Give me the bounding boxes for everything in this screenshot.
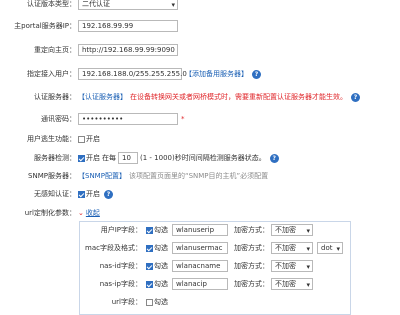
access-user-input[interactable]: 192.168.188.0/255.255.255.0 <box>78 68 187 80</box>
server-check-suffix: (1 - 1000)秒时间间隔检测服务器状态。 <box>140 154 266 162</box>
auth-server-note: 在设备转换网关或者网桥模式时，需要重新配置认证服务器才能生效。 <box>130 93 347 101</box>
param-checkbox[interactable] <box>146 280 153 288</box>
user-escape-row: 用户逃生功能： 开启 <box>0 132 400 146</box>
chevron-down-icon: ▾ <box>306 245 310 253</box>
password-label: 通讯密码： <box>41 115 76 123</box>
param-enc-label: 加密方式： <box>234 280 269 288</box>
collapse-link[interactable]: 收起 <box>86 208 100 218</box>
add-backup-server-link[interactable]: 【添加备用服务器】 <box>185 69 248 79</box>
snmp-row: SNMP服务器： 【SNMP配置】 该项配置页面里的“SNMP目的主机”必须配置 <box>0 169 400 183</box>
param-checkbox-label: 勾选 <box>154 226 168 234</box>
auth-server-link[interactable]: 【认证服务器】 <box>78 92 127 102</box>
redirect-row: 重定向主页： http://192.168.99.99:9090 <box>0 43 400 57</box>
server-check-row: 服务器检测： 开启 在每 10 (1 - 1000)秒时间间隔检测服务器状态。 … <box>0 151 400 165</box>
param-enc-select[interactable]: 不加密 ▾ <box>271 224 313 236</box>
user-escape-checkbox-label: 开启 <box>86 135 100 143</box>
portal-ip-input[interactable]: 192.168.99.99 <box>78 20 178 32</box>
param-field-input[interactable]: wlanuserip <box>172 224 228 236</box>
server-check-checkbox-label: 开启 <box>86 154 100 162</box>
server-check-checkbox[interactable] <box>78 154 85 162</box>
password-input[interactable]: •••••••••• <box>78 113 178 125</box>
param-enc-select[interactable]: 不加密 ▾ <box>271 260 313 272</box>
auth-type-label: 认证版本类型： <box>27 0 76 8</box>
url-custom-label: url定制化参数： <box>24 209 76 217</box>
no-auth-checkbox-label: 开启 <box>86 190 100 198</box>
collapse-chevron-icon[interactable]: ⌄ <box>78 209 84 217</box>
question-circle-icon[interactable]: ? <box>104 189 113 199</box>
auth-server-row: 认证服务器： 【认证服务器】 在设备转换网关或者网桥模式时，需要重新配置认证服务… <box>0 90 400 104</box>
param-field-input[interactable]: wlanusermac <box>172 242 228 254</box>
question-circle-icon[interactable]: ? <box>269 153 279 163</box>
server-check-interval-input[interactable]: 10 <box>118 152 138 164</box>
auth-server-label: 认证服务器： <box>34 93 76 101</box>
chevron-down-icon: ▾ <box>306 263 310 271</box>
param-row: nas-id字段： 勾选 wlanacname 加密方式： 不加密 ▾ <box>80 259 350 273</box>
param-enc-label: 加密方式： <box>234 262 269 270</box>
param-field-input[interactable]: wlanacip <box>172 278 228 290</box>
param-enc-select[interactable]: 不加密 ▾ <box>271 278 313 290</box>
param-label: nas-id字段： <box>99 262 142 270</box>
param-checkbox[interactable] <box>146 244 153 252</box>
param-checkbox-label: 勾选 <box>154 244 168 252</box>
param-row: nas-ip字段： 勾选 wlanacip 加密方式： 不加密 ▾ <box>80 277 350 291</box>
auth-type-row: 认证版本类型： 二代认证 ▾ <box>0 0 400 11</box>
param-field-input[interactable]: wlanacname <box>172 260 228 272</box>
param-checkbox-label: 勾选 <box>154 262 168 270</box>
redirect-input[interactable]: http://192.168.99.99:9090 <box>78 44 178 56</box>
param-enc-label: 加密方式： <box>234 226 269 234</box>
portal-ip-label: 主portal服务器IP： <box>14 22 76 30</box>
param-row: url字段： 勾选 <box>80 295 350 309</box>
user-escape-label: 用户逃生功能： <box>27 135 76 143</box>
no-auth-row: 无感知认证： 开启 ? <box>0 187 400 201</box>
param-checkbox-label: 勾选 <box>154 280 168 288</box>
param-label: url字段： <box>111 298 142 306</box>
chevron-down-icon: ▾ <box>306 227 310 235</box>
param-checkbox-label: 勾选 <box>154 298 168 306</box>
snmp-label: SNMP服务器： <box>28 172 76 180</box>
param-enc-label: 加密方式： <box>234 244 269 252</box>
server-check-label: 服务器检测： <box>34 154 76 162</box>
param-checkbox[interactable] <box>146 226 153 234</box>
no-auth-checkbox[interactable] <box>78 190 85 198</box>
param-checkbox[interactable] <box>146 262 153 270</box>
question-circle-icon[interactable]: ? <box>252 69 261 79</box>
chevron-down-icon: ▾ <box>336 245 340 253</box>
param-label: nas-ip字段： <box>99 280 142 288</box>
url-custom-row: url定制化参数： ⌄ 收起 <box>0 206 400 220</box>
redirect-label: 重定向主页： <box>34 46 76 54</box>
user-escape-checkbox[interactable] <box>78 135 85 143</box>
server-check-prefix: 在每 <box>102 154 116 162</box>
no-auth-label: 无感知认证： <box>34 190 76 198</box>
url-params-panel: 用户IP字段： 勾选 wlanuserip 加密方式： 不加密 ▾ mac字段及… <box>79 221 351 315</box>
access-user-row: 指定接入用户： 192.168.188.0/255.255.255.0 【添加备… <box>0 67 400 81</box>
param-label: 用户IP字段： <box>100 226 142 234</box>
mac-format-select[interactable]: dot ▾ <box>317 242 343 254</box>
question-circle-icon[interactable]: ? <box>351 92 360 102</box>
auth-type-select[interactable]: 二代认证 ▾ <box>78 0 178 10</box>
param-label: mac字段及格式： <box>85 244 142 252</box>
chevron-down-icon: ▾ <box>171 1 175 9</box>
portal-ip-row: 主portal服务器IP： 192.168.99.99 <box>0 19 400 33</box>
param-row: mac字段及格式： 勾选 wlanusermac 加密方式： 不加密 ▾ dot… <box>80 241 350 255</box>
snmp-config-link[interactable]: 【SNMP配置】 <box>78 171 126 181</box>
access-user-label: 指定接入用户： <box>27 70 76 78</box>
required-mark: * <box>181 115 185 123</box>
chevron-down-icon: ▾ <box>306 281 310 289</box>
param-enc-select[interactable]: 不加密 ▾ <box>271 242 313 254</box>
password-row: 通讯密码： •••••••••• * <box>0 112 400 126</box>
snmp-note: 该项配置页面里的“SNMP目的主机”必须配置 <box>128 172 269 180</box>
param-row: 用户IP字段： 勾选 wlanuserip 加密方式： 不加密 ▾ <box>80 223 350 237</box>
